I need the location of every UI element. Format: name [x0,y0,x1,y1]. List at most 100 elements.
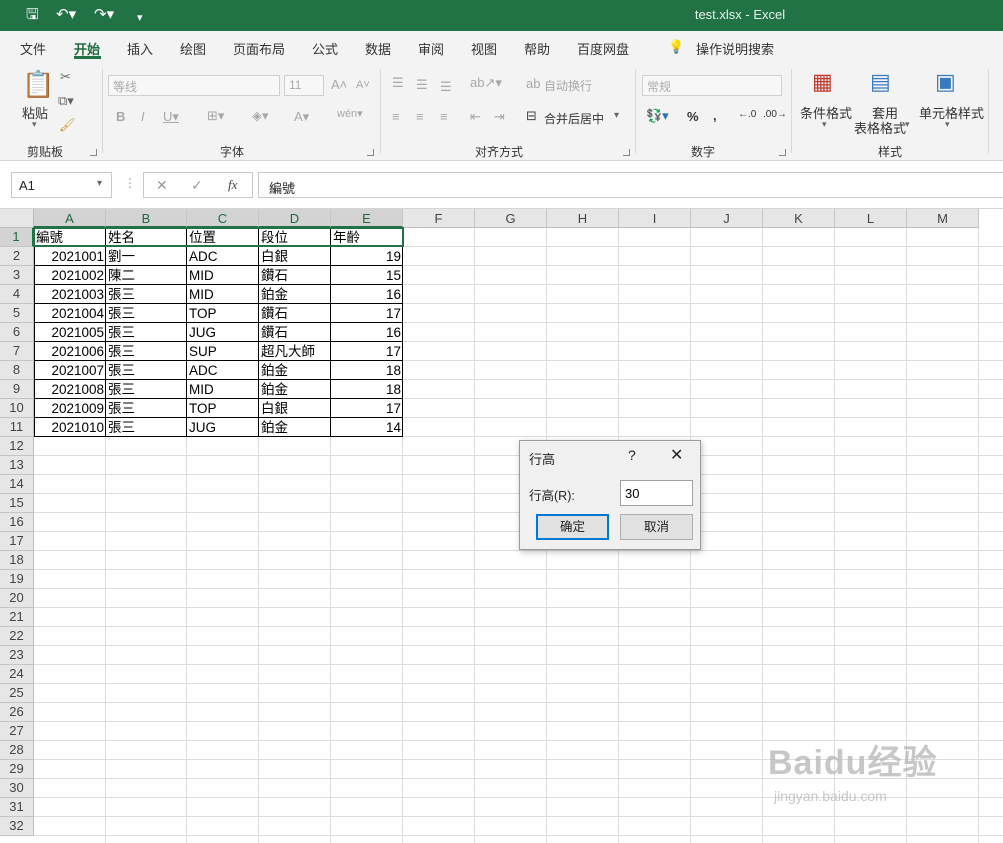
row-header-10[interactable]: 10 [0,399,34,418]
data-cell[interactable]: 白銀 [259,247,331,266]
tab-data[interactable]: 数据 [365,39,391,58]
clipboard-launcher-icon[interactable] [90,149,97,156]
column-header-b[interactable]: B [106,209,187,228]
font-name-select[interactable]: 等线 [108,75,280,96]
column-header-a[interactable]: A [34,209,106,228]
data-cell[interactable]: 17 [331,399,403,418]
data-cell[interactable]: 17 [331,342,403,361]
insert-function-button[interactable]: fx [228,177,237,193]
data-cell[interactable]: 張三 [106,304,187,323]
row-header-26[interactable]: 26 [0,703,34,722]
data-cell[interactable]: 白銀 [259,399,331,418]
data-cell[interactable]: 2021002 [34,266,106,285]
comma-style-icon[interactable]: , [713,108,717,123]
enter-icon[interactable]: ✓ [191,177,203,194]
align-right-icon[interactable]: ≡ [440,109,448,124]
italic-icon[interactable]: I [141,109,145,124]
data-cell[interactable]: 張三 [106,342,187,361]
data-cell[interactable]: 18 [331,380,403,399]
name-box-dropdown-icon[interactable]: ▾ [97,178,102,189]
row-header-27[interactable]: 27 [0,722,34,741]
tab-review[interactable]: 审阅 [418,39,444,58]
number-launcher-icon[interactable] [779,149,786,156]
row-header-17[interactable]: 17 [0,532,34,551]
decrease-decimal-icon[interactable]: .00→ [763,109,787,120]
row-header-11[interactable]: 11 [0,418,34,437]
data-cell[interactable]: SUP [187,342,259,361]
row-header-15[interactable]: 15 [0,494,34,513]
format-table-dropdown-icon[interactable]: ▾ [905,119,910,130]
format-as-table-icon[interactable]: ▤ [870,69,891,95]
paste-icon[interactable]: 📋 [22,69,54,100]
cell-styles-button[interactable]: 单元格样式 [919,103,984,122]
column-header-c[interactable]: C [187,209,259,228]
cell-styles-dropdown-icon[interactable]: ▾ [945,119,950,130]
customize-toolbar-icon[interactable]: ▾ [137,9,143,27]
copy-icon[interactable]: ⧉▾ [58,93,74,109]
column-header-j[interactable]: J [691,209,763,228]
wrap-text-button[interactable]: 自动换行 [544,77,592,94]
align-left-icon[interactable]: ≡ [392,109,400,124]
alignment-launcher-icon[interactable] [623,149,630,156]
align-middle-icon[interactable]: ☰ [416,77,428,93]
tab-page-layout[interactable]: 页面布局 [233,39,285,58]
row-header-9[interactable]: 9 [0,380,34,399]
data-cell[interactable]: 2021008 [34,380,106,399]
align-center-icon[interactable]: ≡ [416,109,424,124]
data-cell[interactable]: MID [187,380,259,399]
format-as-table-label-2[interactable]: 表格格式 [854,118,906,137]
bold-icon[interactable]: B [116,109,125,124]
underline-icon[interactable]: U▾ [163,109,179,125]
column-header-h[interactable]: H [547,209,619,228]
row-header-22[interactable]: 22 [0,627,34,646]
tell-me-search[interactable]: 操作说明搜索 [696,39,774,58]
row-header-20[interactable]: 20 [0,589,34,608]
cut-icon[interactable]: ✂ [60,69,71,85]
data-cell[interactable]: 2021009 [34,399,106,418]
format-painter-icon[interactable]: 🖌 [59,117,76,133]
data-cell[interactable]: 劉一 [106,247,187,266]
column-header-e[interactable]: E [331,209,403,228]
row-header-32[interactable]: 32 [0,817,34,836]
row-header-16[interactable]: 16 [0,513,34,532]
number-format-select[interactable]: 常规 [642,75,782,96]
decrease-font-icon[interactable]: A˅ [356,79,370,91]
data-cell[interactable]: 16 [331,285,403,304]
data-cell[interactable]: 2021005 [34,323,106,342]
close-icon[interactable]: ✕ [670,445,683,465]
orientation-icon[interactable]: ab↗▾ [470,75,502,91]
borders-icon[interactable]: ⊞▾ [207,108,224,124]
row-header-21[interactable]: 21 [0,608,34,627]
data-cell[interactable]: 超凡大師 [259,342,331,361]
column-header-d[interactable]: D [259,209,331,228]
undo-icon[interactable]: ↶▾ [56,6,76,24]
tab-view[interactable]: 视图 [471,39,497,58]
align-bottom-icon[interactable]: ☰ [440,79,452,95]
row-header-4[interactable]: 4 [0,285,34,304]
data-cell[interactable]: MID [187,266,259,285]
conditional-dropdown-icon[interactable]: ▾ [822,119,827,130]
row-header-6[interactable]: 6 [0,323,34,342]
paste-dropdown-icon[interactable]: ▾ [32,119,37,130]
increase-font-icon[interactable]: A˄ [331,77,347,92]
data-cell[interactable]: 2021010 [34,418,106,437]
data-cell[interactable]: JUG [187,323,259,342]
data-cell[interactable]: 張三 [106,399,187,418]
data-cell[interactable]: 張三 [106,418,187,437]
data-cell[interactable]: 16 [331,323,403,342]
more-options-icon[interactable]: ⋮ [124,176,136,190]
data-cell[interactable]: 鑽石 [259,323,331,342]
data-cell[interactable]: 19 [331,247,403,266]
row-header-2[interactable]: 2 [0,247,34,266]
data-cell[interactable]: 張三 [106,380,187,399]
save-icon[interactable]: 🖫 [26,6,39,24]
data-cell[interactable]: 14 [331,418,403,437]
cancel-icon[interactable]: ✕ [156,177,168,194]
column-header-g[interactable]: G [475,209,547,228]
data-cell[interactable]: 鑽石 [259,266,331,285]
font-size-select[interactable]: 11 [284,75,324,96]
data-cell[interactable]: 2021004 [34,304,106,323]
row-header-25[interactable]: 25 [0,684,34,703]
merge-dropdown-icon[interactable]: ▾ [614,110,619,121]
redo-icon[interactable]: ↷▾ [94,6,114,24]
